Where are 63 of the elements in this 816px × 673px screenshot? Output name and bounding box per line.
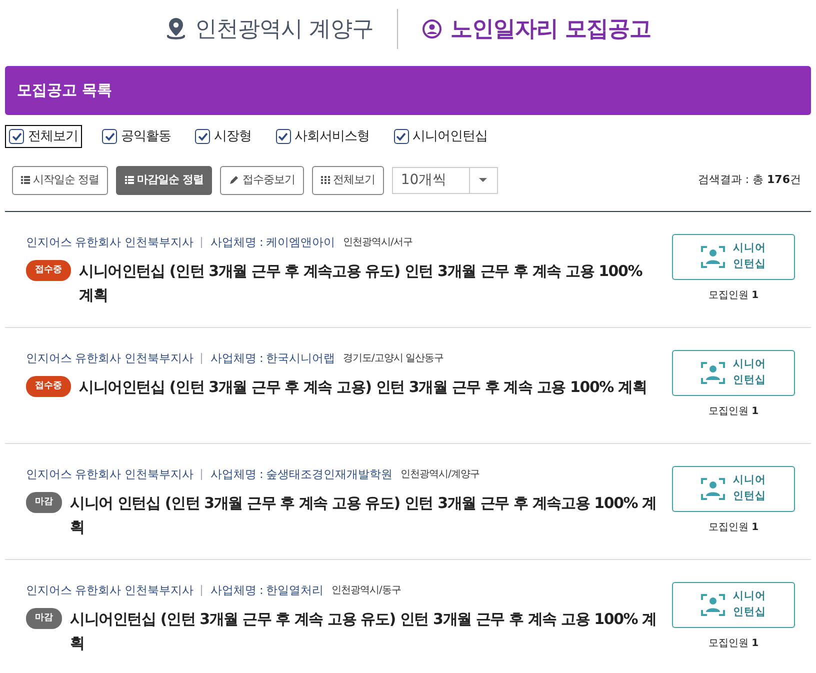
page-size-select[interactable]: 10개씩 — [392, 166, 498, 194]
sort-button[interactable]: 시작일순 정렬 — [12, 166, 108, 194]
person-frame-icon — [701, 362, 725, 384]
list-title-bar: 모집공고 목록 — [5, 66, 811, 114]
filter-option[interactable]: 공익활동 — [98, 124, 175, 148]
grid-icon — [320, 176, 330, 184]
region-text: 인천광역시/계양구 — [400, 468, 480, 482]
result-count: 검색결과 : 총 176건 — [698, 172, 801, 188]
list-icon — [21, 176, 30, 184]
location-text: 인천광역시 계양구 — [194, 16, 374, 44]
person-frame-icon — [701, 246, 725, 268]
company-name: 인지어스 유한회사 인천북부지사 — [26, 582, 194, 598]
pencil-icon — [229, 175, 240, 186]
checkbox[interactable] — [276, 128, 290, 144]
status-badge: 마감 — [26, 492, 62, 514]
job-type-button[interactable]: 시니어 인턴십 — [672, 466, 795, 512]
filter-label: 시장형 — [214, 128, 252, 146]
location-pin-icon — [164, 16, 187, 42]
status-badge: 접수중 — [26, 260, 71, 282]
status-badge: 마감 — [26, 608, 62, 630]
list-icon — [125, 176, 134, 184]
sort-button[interactable]: 접수중보기 — [220, 166, 304, 194]
posting-title-link[interactable]: 시니어인턴십 (인턴 3개월 근무 후 계속고용 유도) 인턴 3개월 근무 후 계속 고용 100% 계획 — [79, 258, 658, 307]
posting-title-link[interactable]: 시니어인턴십 (인턴 3개월 근무 후 계속 고용) 인턴 3개월 근무 후 계속 고용 100% 계획 — [79, 374, 647, 399]
recruit-count: 모집인원 1 — [708, 404, 759, 418]
business-name: 사업체명 : 케이엠앤아이 — [210, 234, 335, 250]
job-type-button[interactable]: 시니어 인턴십 — [672, 350, 795, 396]
business-name: 사업체명 : 숲생태조경인재개발학원 — [210, 466, 392, 482]
filter-option[interactable]: 시장형 — [191, 124, 256, 148]
filter-label: 시니어인턴십 — [412, 128, 488, 146]
sort-button[interactable]: 마감일순 정렬 — [116, 166, 212, 194]
sort-button[interactable]: 전체보기 — [312, 166, 384, 194]
job-type-button[interactable]: 시니어 인턴십 — [672, 234, 795, 280]
filter-label: 사회서비스형 — [294, 128, 370, 146]
checkbox[interactable] — [9, 128, 24, 144]
filter-label: 전체보기 — [28, 128, 78, 146]
checkbox[interactable] — [102, 128, 117, 144]
company-name: 인지어스 유한회사 인천북부지사 — [26, 350, 194, 366]
recruit-count: 모집인원 1 — [708, 636, 759, 650]
posting-title-link[interactable]: 시니어 인턴십 (인턴 3개월 근무 후 계속 고용 유도) 인턴 3개월 근무 후 계속고용 100% 계획 — [70, 490, 658, 539]
status-badge: 접수중 — [26, 376, 71, 398]
company-name: 인지어스 유한회사 인천북부지사 — [26, 466, 194, 482]
company-name: 인지어스 유한회사 인천북부지사 — [26, 234, 194, 250]
checkbox[interactable] — [394, 128, 408, 144]
job-type-button[interactable]: 시니어 인턴십 — [672, 582, 795, 628]
recruit-count: 모집인원 1 — [708, 520, 759, 534]
filter-option[interactable]: 전체보기 — [5, 124, 82, 148]
caret-icon — [479, 178, 488, 182]
person-circle-icon — [422, 19, 442, 39]
recruit-count: 모집인원 1 — [708, 288, 759, 302]
region-text: 인천광역시/서구 — [343, 236, 412, 250]
business-name: 사업체명 : 한일열처리 — [210, 582, 324, 598]
filter-label: 공익활동 — [121, 128, 171, 146]
page-title: 노인일자리 모집공고 — [450, 16, 652, 44]
filter-option[interactable]: 시니어인턴십 — [390, 124, 492, 148]
region-text: 경기도/고양시 일산동구 — [343, 352, 444, 366]
person-frame-icon — [701, 594, 725, 616]
filter-option[interactable]: 사회서비스형 — [272, 124, 374, 148]
person-frame-icon — [701, 478, 725, 500]
checkbox[interactable] — [195, 128, 210, 144]
region-text: 인천광역시/동구 — [332, 584, 401, 598]
business-name: 사업체명 : 한국시니어랩 — [210, 350, 335, 366]
posting-title-link[interactable]: 시니어인턴십 (인턴 3개월 근무 후 계속 고용 유도) 인턴 3개월 근무 후 계속 고용 100% 계획 — [70, 606, 658, 655]
